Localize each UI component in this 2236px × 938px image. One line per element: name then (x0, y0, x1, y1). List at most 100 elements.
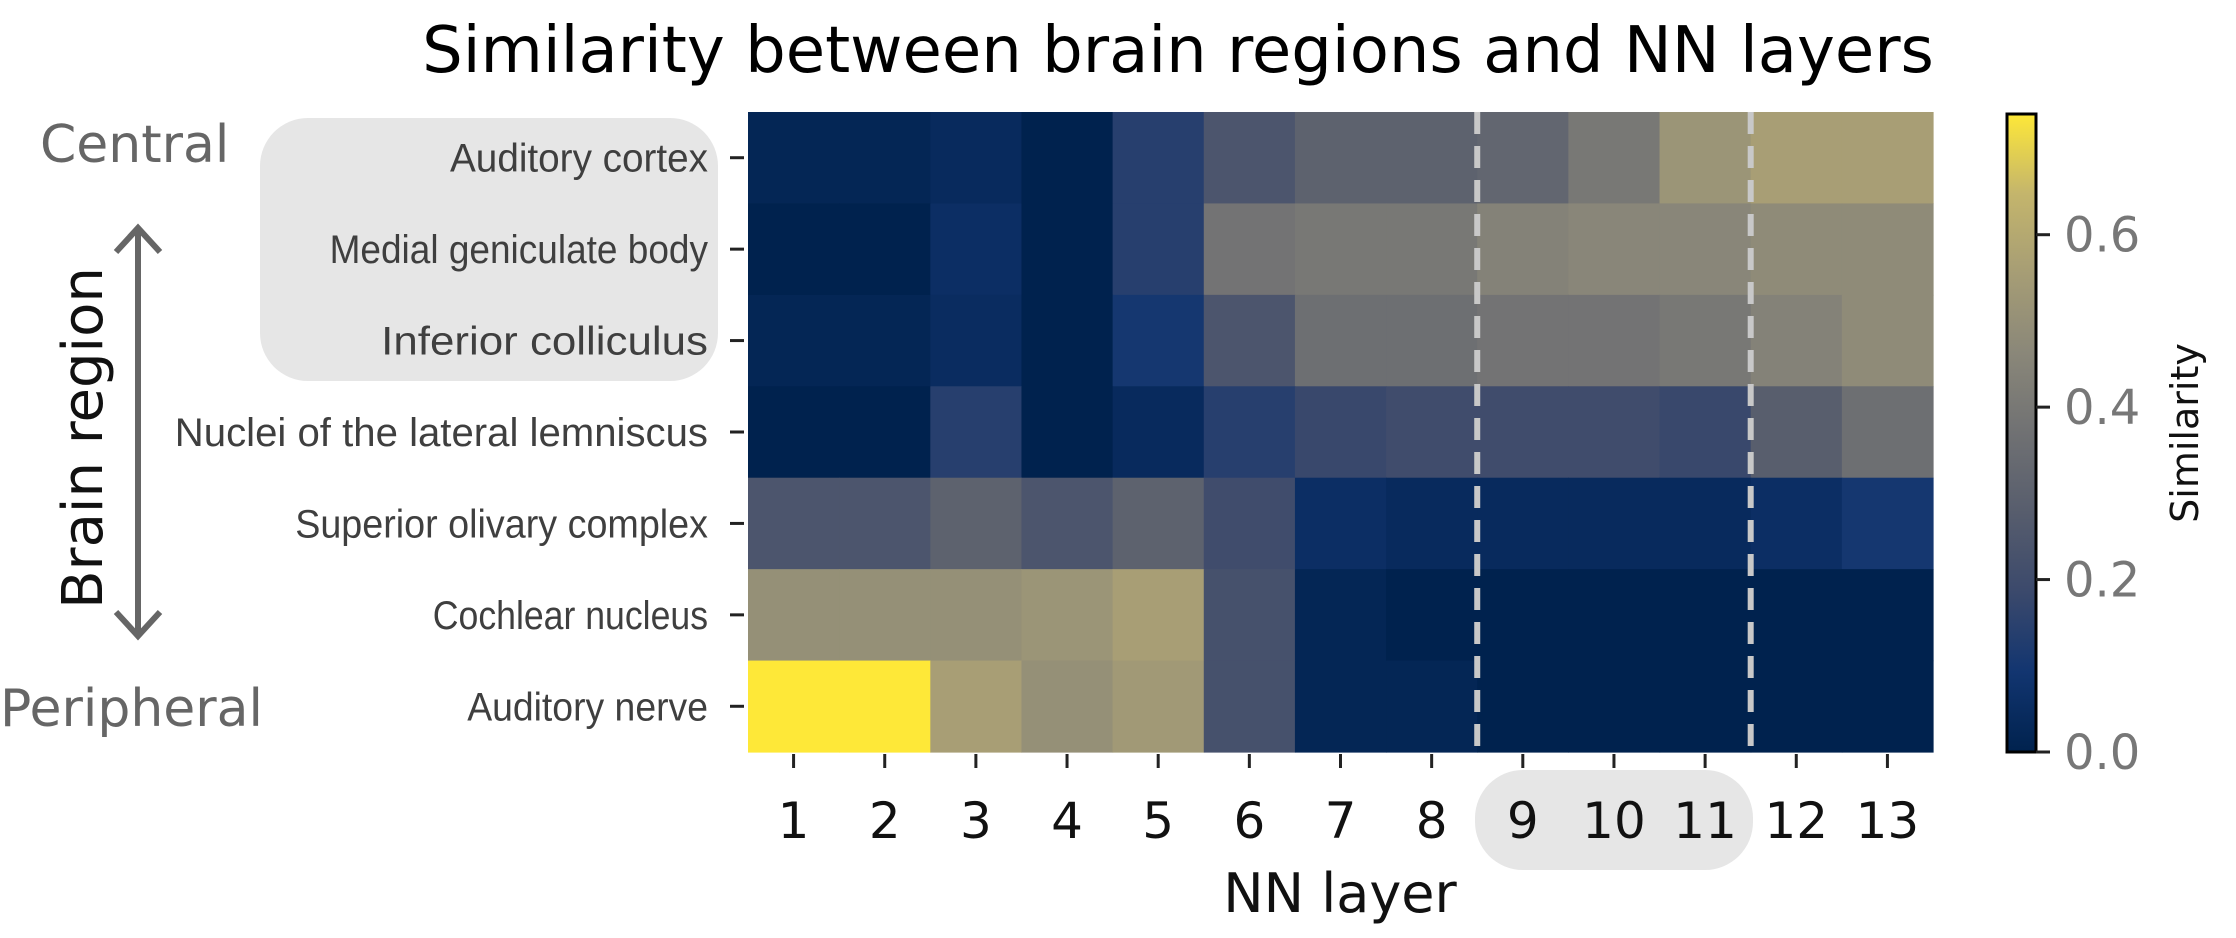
heatmap-cell (748, 294, 840, 387)
x-tick-label: 3 (960, 792, 992, 850)
x-tick-label: 2 (869, 792, 901, 850)
heatmap-cell (1386, 660, 1478, 753)
heatmap-cell (839, 294, 931, 387)
heatmap-cell (1659, 660, 1752, 753)
heatmap-cell (1477, 112, 1569, 205)
colorbar-label: Similarity (2163, 343, 2207, 523)
heatmap-cell (1659, 386, 1752, 479)
heatmap-cell (1477, 569, 1569, 662)
heatmap-cell (839, 203, 931, 296)
heatmap-cell (1294, 660, 1387, 753)
x-tick-label: 7 (1325, 792, 1357, 850)
heatmap-cell (1841, 660, 1934, 753)
x-tick-label: 5 (1142, 792, 1174, 850)
heatmap-cell (839, 112, 931, 205)
heatmap-cell (1841, 203, 1934, 296)
heatmap-cell (1112, 386, 1205, 479)
heatmap-cell (1568, 386, 1661, 479)
heatmap-cell (1203, 660, 1296, 753)
heatmap-cell (748, 203, 840, 296)
heatmap-cell (930, 294, 1023, 387)
heatmap-cell (1750, 294, 1843, 387)
heatmap-cell (1750, 569, 1843, 662)
heatmap-figure: Similarity between brain regions and NN … (0, 14, 2207, 925)
y-tick-label: Nuclei of the lateral lemniscus (175, 411, 708, 455)
heatmap-cell (1750, 477, 1843, 570)
x-tick-label: 1 (778, 792, 810, 850)
heatmap-cell (1568, 294, 1661, 387)
heatmap-cell (1021, 477, 1114, 570)
colorbar (2005, 112, 2038, 754)
heatmap-cell (1112, 112, 1205, 205)
heatmap-cell (1021, 386, 1114, 479)
heatmap-cell (1659, 477, 1752, 570)
heatmap-cell (1841, 569, 1934, 662)
x-tick-label: 9 (1507, 792, 1539, 850)
heatmap-cell (930, 203, 1023, 296)
heatmap-cell (1386, 294, 1478, 387)
heatmap-cell (1477, 203, 1569, 296)
heatmap-cell (1568, 112, 1661, 205)
heatmap-cell (1386, 203, 1478, 296)
heatmap-cell (1568, 660, 1661, 753)
heatmap-cell (1294, 386, 1387, 479)
x-tick-label: 13 (1856, 792, 1920, 850)
heatmap-cell (1203, 203, 1296, 296)
heatmap-cell (1386, 386, 1478, 479)
y-tick-label: Inferior colliculus (381, 320, 708, 364)
heatmap-cell (1568, 569, 1661, 662)
heatmap-cell (1841, 386, 1934, 479)
heatmap-cell (930, 569, 1023, 662)
x-axis-label: NN layer (1223, 862, 1457, 925)
heatmap-cell (1386, 569, 1478, 662)
y-end-label-top: Central (40, 115, 229, 175)
heatmap-cell (1659, 112, 1752, 205)
heatmap-cell (1294, 477, 1387, 570)
heatmap-cell (930, 660, 1023, 753)
colorbar-tick-label: 0.4 (2064, 380, 2140, 436)
heatmap-cell (839, 386, 931, 479)
heatmap-cell (1294, 569, 1387, 662)
heatmap-cell (930, 477, 1023, 570)
heatmap-cell (930, 386, 1023, 479)
heatmap-cell (748, 112, 840, 205)
y-axis-label: Brain region (51, 267, 116, 609)
heatmap-cell (1750, 386, 1843, 479)
heatmap-cell (1112, 203, 1205, 296)
y-tick-label: Cochlear nucleus (433, 594, 708, 638)
x-tick-label: 12 (1764, 792, 1828, 850)
heatmap-cell (1477, 660, 1569, 753)
x-tick-label: 11 (1673, 792, 1737, 850)
heatmap-cell (1112, 477, 1205, 570)
heatmap-cell (1021, 660, 1114, 753)
heatmap-cell (1294, 203, 1387, 296)
heatmap-cells (748, 112, 1934, 753)
x-tick-label: 10 (1582, 792, 1646, 850)
heatmap-cell (1112, 294, 1205, 387)
x-tick-label: 4 (1051, 792, 1083, 850)
heatmap-cell (930, 112, 1023, 205)
heatmap-cell (1021, 203, 1114, 296)
y-end-label-bottom: Peripheral (0, 679, 263, 739)
heatmap-cell (1659, 203, 1752, 296)
y-tick-label: Medial geniculate body (330, 228, 708, 272)
heatmap-cell (1477, 294, 1569, 387)
heatmap-cell (1203, 294, 1296, 387)
heatmap-cell (1477, 477, 1569, 570)
heatmap-cell (748, 386, 840, 479)
heatmap-cell (1750, 660, 1843, 753)
heatmap-cell (748, 477, 840, 570)
heatmap-cell (1841, 112, 1934, 205)
heatmap-cell (1386, 477, 1478, 570)
y-tick-label: Auditory nerve (467, 685, 708, 729)
heatmap-cell (1568, 203, 1661, 296)
heatmap-cell (1203, 569, 1296, 662)
heatmap-cell (1477, 386, 1569, 479)
x-tick-label: 6 (1233, 792, 1265, 850)
heatmap-cell (1021, 112, 1114, 205)
chart-title: Similarity between brain regions and NN … (422, 14, 1934, 88)
colorbar-tick-label: 0.6 (2064, 208, 2140, 264)
colorbar-tick-label: 0.0 (2064, 725, 2140, 781)
heatmap-cell (839, 569, 931, 662)
heatmap-cell (748, 660, 840, 753)
